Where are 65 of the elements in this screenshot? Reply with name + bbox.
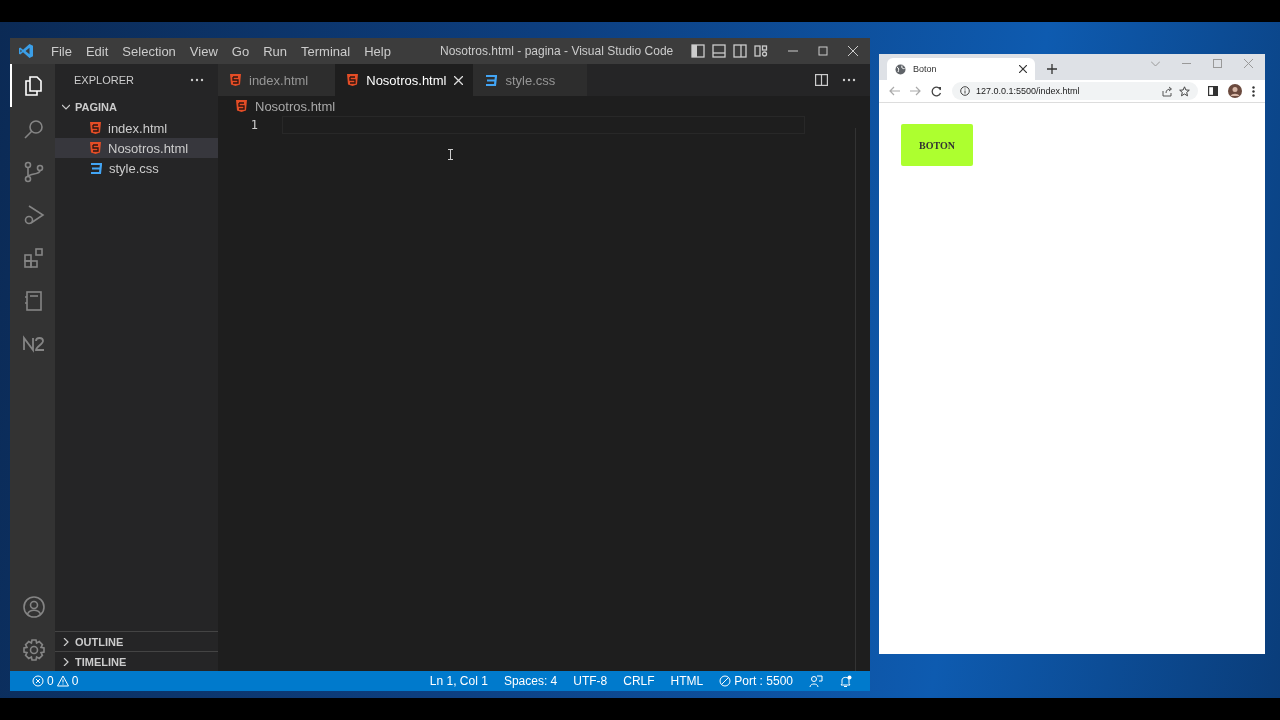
window-title: Nosotros.html - pagina - Visual Studio Code bbox=[440, 44, 674, 58]
page-button[interactable]: BOTON bbox=[901, 124, 973, 166]
extensions-icon bbox=[21, 245, 46, 270]
layout-icon[interactable] bbox=[733, 44, 747, 58]
status-item[interactable]: Ln 1, Col 1 bbox=[421, 674, 496, 688]
editor-tab[interactable]: style.css bbox=[473, 64, 588, 96]
explorer-entry[interactable]: style.css bbox=[55, 158, 218, 178]
line-number: 1 bbox=[249, 118, 258, 132]
menu-item[interactable]: Go bbox=[224, 43, 257, 59]
close-icon[interactable] bbox=[1019, 65, 1027, 73]
new-tab-icon[interactable] bbox=[1047, 64, 1057, 74]
breadcrumb-item[interactable]: Nosotros.html bbox=[255, 98, 336, 114]
star-icon[interactable] bbox=[1179, 85, 1190, 97]
info-icon bbox=[960, 86, 970, 96]
bell-icon[interactable] bbox=[839, 674, 852, 688]
browser-tab[interactable]: Boton bbox=[887, 58, 1035, 80]
menu-item[interactable]: Help bbox=[357, 43, 398, 59]
status-item[interactable]: Spaces: 4 bbox=[495, 674, 566, 688]
menu-item[interactable]: View bbox=[182, 43, 225, 59]
error-icon bbox=[32, 675, 44, 687]
account-icon bbox=[21, 594, 46, 619]
menu-item[interactable]: Run bbox=[256, 43, 294, 59]
vscode-logo-icon bbox=[18, 43, 34, 59]
menu-item[interactable]: Selection bbox=[115, 43, 183, 59]
more-icon[interactable] bbox=[190, 78, 204, 82]
panel-header[interactable]: OUTLINE bbox=[55, 631, 218, 651]
status-item[interactable]: UTF-8 bbox=[565, 674, 616, 688]
layout-icon[interactable] bbox=[691, 44, 705, 58]
address-bar[interactable]: 127.0.0.1:5500/index.html bbox=[952, 82, 1198, 100]
menu-item[interactable]: Terminal bbox=[294, 43, 358, 59]
html-file-icon bbox=[347, 74, 359, 86]
side-panel-icon[interactable] bbox=[1208, 86, 1218, 96]
explorer-title: EXPLORER bbox=[74, 74, 134, 86]
html-file-icon bbox=[230, 74, 241, 86]
menu-item[interactable]: Edit bbox=[78, 43, 116, 59]
layout-icon[interactable] bbox=[754, 44, 768, 58]
text-cursor-icon bbox=[448, 149, 453, 160]
layout-icon[interactable] bbox=[712, 44, 726, 58]
blocked-icon bbox=[719, 675, 732, 687]
explorer-entry[interactable]: Nosotros.html bbox=[55, 138, 218, 158]
status-item[interactable]: CRLF bbox=[615, 674, 663, 688]
warning-icon bbox=[56, 675, 69, 687]
css-file-icon bbox=[90, 162, 102, 174]
menu-icon[interactable] bbox=[1252, 85, 1255, 97]
editor-tab[interactable]: Nosotros.html bbox=[335, 64, 474, 96]
html-file-icon bbox=[90, 122, 101, 134]
explorer-entry[interactable]: index.html bbox=[55, 118, 218, 138]
status-item[interactable]: HTML bbox=[662, 674, 712, 688]
globe-icon bbox=[895, 63, 906, 75]
editor-tab[interactable]: index.html bbox=[218, 64, 336, 96]
reload-icon[interactable] bbox=[931, 85, 942, 97]
feedback-icon[interactable] bbox=[809, 674, 823, 688]
html-file-icon bbox=[90, 142, 101, 154]
html-file-icon bbox=[236, 100, 247, 112]
share-icon[interactable] bbox=[1162, 85, 1173, 97]
menu-item[interactable]: File bbox=[44, 43, 79, 59]
problems-status[interactable]: 0 0 bbox=[24, 674, 87, 688]
css-file-icon bbox=[485, 74, 498, 86]
maximize-icon[interactable] bbox=[818, 46, 828, 56]
split-editor-icon[interactable] bbox=[815, 74, 828, 86]
status-item[interactable]: Port : 5500 bbox=[711, 674, 801, 688]
more-icon[interactable] bbox=[842, 78, 856, 82]
folder-item[interactable]: PAGINA bbox=[55, 96, 218, 118]
settings-icon bbox=[21, 637, 46, 662]
avatar-icon[interactable] bbox=[1228, 84, 1242, 98]
